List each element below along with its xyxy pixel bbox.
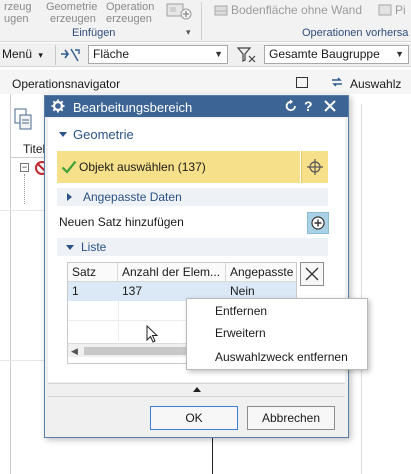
create-operation-line2[interactable]: erzeugen (106, 13, 152, 25)
menu-dropdown-icon: ▾ (38, 50, 43, 60)
chevron-down-icon: ▼ (214, 49, 223, 59)
table-grid-line (118, 301, 119, 341)
table-cell-set: 1 (72, 284, 79, 298)
list-section-label: Liste (81, 240, 107, 254)
crosshair-select-button[interactable] (301, 151, 328, 183)
reset-icon[interactable] (284, 99, 298, 116)
close-icon[interactable] (323, 99, 337, 116)
group-einfuegen-label: Einfügen (72, 27, 116, 39)
menu-item-extend[interactable]: Erweitern (215, 326, 266, 340)
help-icon[interactable]: ? (304, 98, 313, 114)
tree-collapse-icon[interactable]: − (20, 163, 29, 172)
custom-data-header[interactable]: Angepasste Daten (57, 188, 328, 206)
select-object-label: Objekt auswählen (137) (79, 160, 206, 174)
floor-surface-icon[interactable] (214, 3, 228, 20)
scope-dropdown[interactable]: Gesamte Baugruppe ▼ (264, 45, 409, 64)
filter-reset-icon[interactable] (236, 46, 258, 67)
selection-bar: Menü ▾ Fläche ▼ Gesamte Baugruppe ▼ (0, 43, 411, 67)
ribbon-separator (201, 2, 202, 40)
mouse-cursor-icon (146, 324, 160, 348)
cancel-button[interactable]: Abbrechen (247, 406, 335, 430)
dialog-divider (48, 396, 345, 397)
create-operation-line1[interactable]: Operation (106, 1, 154, 13)
type-filter-value: Fläche (93, 47, 130, 61)
graphics-area (358, 94, 411, 474)
menu-button[interactable]: Menü ▾ (2, 47, 43, 61)
selection-filter-icon[interactable] (59, 46, 81, 67)
menu-item-remove[interactable]: Entfernen (215, 304, 267, 318)
pi-command-label[interactable]: Pi (395, 4, 406, 16)
scope-value: Gesamte Baugruppe (269, 47, 380, 61)
tree-line (24, 174, 25, 204)
collapse-more-icon[interactable] (193, 387, 201, 392)
bearbeitungsbereich-dialog: Bearbeitungsbereich ? Geometrie Objekt a… (44, 95, 349, 438)
table-header-satz[interactable]: Satz (68, 263, 118, 282)
dialog-title-bar: Bearbeitungsbereich ? (45, 96, 348, 117)
dialog-title: Bearbeitungsbereich (73, 100, 193, 115)
geometry-section-header[interactable]: Geometrie (73, 127, 134, 142)
panel-divider (361, 104, 362, 474)
table-header-count[interactable]: Anzahl der Elem... (118, 263, 226, 282)
gear-icon (51, 99, 65, 116)
remove-set-button[interactable] (300, 262, 324, 286)
add-set-label: Neuen Satz hinzufügen (59, 215, 184, 229)
crosshair-icon (307, 159, 323, 178)
scroll-left-icon[interactable]: ◀ (71, 346, 78, 357)
table-header-custom[interactable]: Angepasste (226, 263, 296, 282)
dialog-divider (48, 383, 345, 384)
navigator-view-icon[interactable] (14, 108, 32, 133)
group-expand-chevron-icon[interactable]: ▾ (186, 27, 191, 38)
chevron-down-icon: ▼ (395, 49, 404, 59)
create-tool-line2[interactable]: ugen (4, 13, 28, 25)
auswahl-label[interactable]: Auswahlz (350, 77, 401, 91)
create-tool-line1[interactable]: rzeug (4, 1, 32, 13)
menu-item-remove-intent[interactable]: Auswahlzweck entfernen (215, 350, 348, 364)
expand-icon (67, 193, 72, 201)
custom-data-label: Angepasste Daten (83, 190, 182, 204)
ok-button[interactable]: OK (150, 406, 238, 430)
type-filter-dropdown[interactable]: Fläche ▼ (88, 45, 228, 64)
selbar-separator (55, 45, 56, 65)
create-geometry-line1[interactable]: Geometrie (46, 1, 97, 13)
bodenflaeche-command[interactable]: Bodenfläche ohne Wand (231, 4, 362, 16)
add-circle-icon (311, 216, 325, 233)
navigator-header: Operationsnavigator Auswahlz (0, 70, 411, 94)
list-header[interactable]: Liste (57, 238, 328, 256)
selection-intent-icon[interactable] (329, 75, 345, 92)
background-column-line (212, 438, 213, 474)
select-object-row[interactable]: Objekt auswählen (137) (57, 151, 300, 183)
geometry-collapse-icon[interactable] (59, 132, 67, 137)
delete-x-icon (305, 267, 319, 284)
insert-gallery-icon[interactable] (166, 1, 192, 24)
menu-button-label: Menü (2, 47, 33, 61)
group-operationen-label: Operationen vorhersa (302, 27, 409, 39)
pi-command-icon[interactable] (378, 3, 392, 20)
navigator-column-title: Titel (23, 142, 46, 156)
background-grid-line (0, 360, 44, 361)
create-geometry-line2[interactable]: erzeugen (50, 13, 96, 25)
maximize-icon[interactable] (296, 77, 308, 88)
checkmark-icon (61, 160, 77, 177)
navigator-title: Operationsnavigator (12, 77, 121, 91)
list-collapse-icon (66, 245, 74, 250)
ribbon: rzeug ugen Geometrie erzeugen Operation … (0, 0, 411, 42)
background-grid-line (0, 210, 44, 211)
context-menu: Entfernen Erweitern Auswahlzweck entfern… (186, 298, 368, 370)
add-set-button[interactable] (307, 212, 329, 234)
